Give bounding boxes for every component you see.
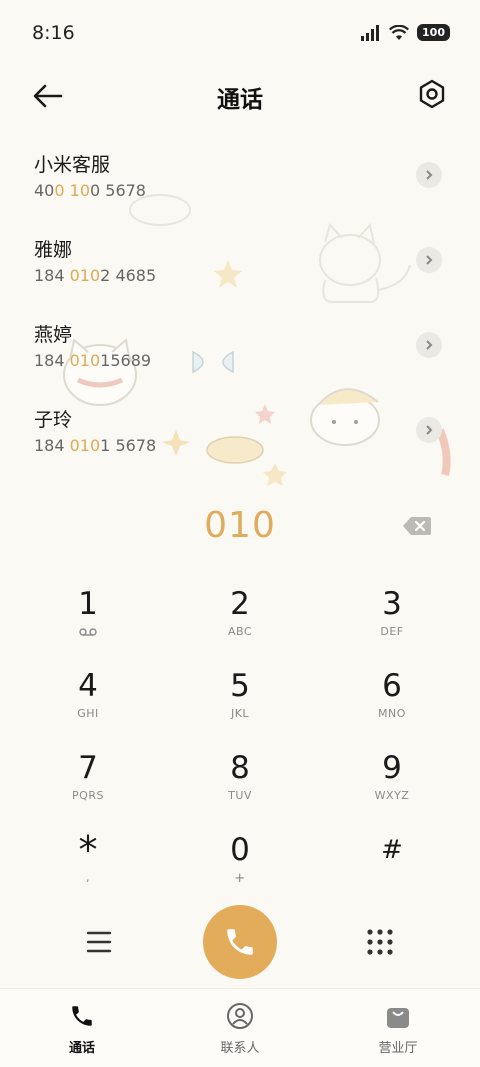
tab-calls[interactable]: 通话	[32, 1001, 132, 1056]
dialed-number-display: 010	[0, 505, 480, 555]
call-button[interactable]	[203, 905, 277, 979]
key-4[interactable]: 4 GHI	[28, 662, 148, 744]
contact-suggestions: 小米客服 40 0 10 0 5678 雅娜 184 010 2 4685 燕婷 18…	[0, 140, 480, 480]
battery-indicator: 100	[417, 24, 450, 41]
key-2[interactable]: 2 ABC	[180, 580, 300, 662]
contact-detail-button[interactable]	[416, 162, 442, 188]
bottom-nav: 通话 联系人 营业厅	[0, 988, 480, 1067]
tab-label: 联系人	[220, 1041, 260, 1056]
contact-name: 子玲	[34, 409, 73, 431]
page-title: 通话	[217, 87, 263, 113]
settings-button[interactable]	[414, 76, 450, 112]
keypad-row: 7 PQRS 8 TUV 9 WXYZ	[28, 744, 452, 826]
keypad-row: * , 0 + #	[28, 826, 452, 908]
key-7[interactable]: 7 PQRS	[28, 744, 148, 826]
menu-button[interactable]	[82, 927, 116, 957]
tab-label: 通话	[68, 1041, 95, 1056]
chevron-right-icon	[426, 255, 433, 265]
key-3[interactable]: 3 DEF	[332, 580, 452, 662]
contact-number: 184 010 15689	[34, 351, 152, 370]
chevron-right-icon	[426, 425, 433, 435]
wifi-icon	[389, 24, 410, 40]
phone-icon	[227, 929, 253, 955]
key-5[interactable]: 5 JKL	[180, 662, 300, 744]
signal-icon	[361, 24, 380, 41]
contact-number: 184 010 1 5678	[34, 436, 157, 455]
key-0[interactable]: 0 +	[180, 826, 300, 908]
key-hash[interactable]: #	[332, 826, 452, 908]
contact-item[interactable]: 子玲 184 010 1 5678	[0, 395, 480, 480]
contact-name: 燕婷	[34, 324, 73, 346]
contact-name: 雅娜	[34, 239, 73, 261]
keypad-row: 4 GHI 5 JKL 6 MNO	[28, 662, 452, 744]
contact-detail-button[interactable]	[416, 247, 442, 273]
keypad-row: 1 2 ABC 3 DEF	[28, 580, 452, 662]
header: 通话	[0, 64, 480, 128]
contact-item[interactable]: 雅娜 184 010 2 4685	[0, 225, 480, 310]
person-circle-icon	[227, 1003, 253, 1029]
tab-label: 营业厅	[378, 1041, 418, 1056]
dialed-number: 010	[204, 505, 276, 546]
contact-item[interactable]: 小米客服 40 0 10 0 5678	[0, 140, 480, 225]
dialpad-icon	[367, 929, 393, 955]
tab-store[interactable]: 营业厅	[348, 1001, 448, 1056]
status-bar: 8:16 100	[0, 0, 480, 64]
tab-contacts[interactable]: 联系人	[190, 1001, 290, 1056]
status-time: 8:16	[32, 22, 75, 44]
phone-icon	[72, 1006, 92, 1026]
gear-icon	[419, 79, 445, 109]
key-8[interactable]: 8 TUV	[180, 744, 300, 826]
keypad-toggle-button[interactable]	[365, 927, 395, 957]
contact-detail-button[interactable]	[416, 332, 442, 358]
key-1[interactable]: 1	[28, 580, 148, 662]
dialer-actions	[0, 905, 480, 979]
chevron-right-icon	[426, 340, 433, 350]
key-star[interactable]: * ,	[28, 826, 148, 908]
contact-item[interactable]: 燕婷 184 010 15689	[0, 310, 480, 395]
shopping-bag-icon	[387, 1008, 409, 1028]
hamburger-menu-icon	[86, 931, 112, 953]
backspace-button[interactable]	[402, 515, 432, 537]
contact-name: 小米客服	[34, 154, 111, 176]
contact-number: 184 010 2 4685	[34, 266, 157, 285]
voicemail-icon	[79, 628, 97, 636]
status-icons: 100	[361, 24, 450, 41]
backspace-icon	[403, 517, 431, 535]
contact-number: 40 0 10 0 5678	[34, 181, 146, 200]
chevron-right-icon	[426, 170, 433, 180]
contact-detail-button[interactable]	[416, 417, 442, 443]
key-9[interactable]: 9 WXYZ	[332, 744, 452, 826]
key-6[interactable]: 6 MNO	[332, 662, 452, 744]
dial-keypad: 1 2 ABC 3 DEF 4 GHI 5 JKL 6 MNO 7 PQRS 8…	[28, 580, 452, 908]
